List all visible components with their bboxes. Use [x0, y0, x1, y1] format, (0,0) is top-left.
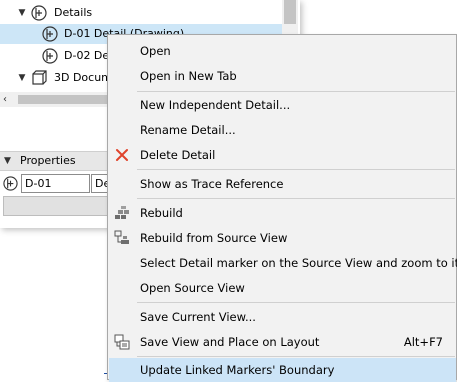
chevron-down-icon[interactable]: ▼: [4, 152, 11, 170]
menu-item-open-source-view[interactable]: Open Source View: [109, 276, 456, 300]
menu-item-label: Save View and Place on Layout: [140, 335, 320, 349]
menu-item-save-current-view[interactable]: Save Current View...: [109, 305, 456, 329]
chevron-down-icon[interactable]: ▼: [16, 3, 28, 23]
menu-item-open-in-new-tab[interactable]: Open in New Tab: [109, 64, 456, 88]
menu-item-label: Delete Detail: [140, 148, 216, 162]
menu-separator: [137, 169, 455, 170]
menu-item-delete-detail[interactable]: Delete Detail: [109, 143, 456, 167]
menu-item-rebuild-from-source-view[interactable]: Rebuild from Source View: [109, 226, 456, 250]
tree-item-details[interactable]: ▼ Details: [0, 3, 282, 23]
rebuild-icon: [114, 205, 130, 221]
menu-item-label: Save Current View...: [140, 310, 256, 324]
menu-item-select-detail-marker[interactable]: Select Detail marker on the Source View …: [109, 251, 457, 275]
menu-separator: [137, 91, 455, 92]
3d-document-icon: [31, 70, 47, 93]
menu-item-label: Rename Detail...: [140, 123, 236, 137]
delete-x-icon: [114, 147, 130, 163]
tree-label: Details: [54, 6, 93, 19]
menu-item-new-independent-detail[interactable]: New Independent Detail...: [109, 93, 456, 117]
detail-id-field[interactable]: D-01: [21, 174, 90, 193]
menu-item-save-view-and-place-on-layout[interactable]: Save View and Place on Layout Alt+F7: [109, 330, 456, 354]
rebuild-from-source-icon: [114, 230, 130, 246]
menu-item-label: Update Linked Markers' Boundary: [140, 363, 335, 377]
properties-title: Properties: [20, 154, 76, 167]
menu-item-label: Rebuild from Source View: [140, 231, 288, 245]
menu-item-label: Open in New Tab: [140, 69, 237, 83]
menu-separator: [137, 198, 455, 199]
detail-icon: [3, 176, 18, 194]
properties-settings-button[interactable]: [3, 196, 115, 216]
menu-item-label: Show as Trace Reference: [140, 177, 284, 191]
menu-item-open[interactable]: Open: [109, 39, 456, 63]
menu-item-label: Rebuild: [140, 206, 183, 220]
menu-item-shortcut: Alt+F7: [403, 335, 443, 349]
menu-item-label: New Independent Detail...: [140, 98, 291, 112]
menu-separator: [137, 356, 455, 357]
scrollbar-thumb[interactable]: [284, 0, 296, 24]
chevron-down-icon[interactable]: ▼: [16, 68, 28, 88]
menu-item-label: Open: [140, 44, 171, 58]
menu-item-rename-detail[interactable]: Rename Detail...: [109, 118, 456, 142]
menu-item-show-as-trace-reference[interactable]: Show as Trace Reference: [109, 172, 456, 196]
menu-separator: [137, 302, 455, 303]
menu-item-label: Select Detail marker on the Source View …: [140, 256, 457, 270]
menu-item-update-linked-markers-boundary[interactable]: Update Linked Markers' Boundary: [109, 358, 456, 382]
save-view-layout-icon: [114, 334, 130, 350]
scroll-left-arrow-icon[interactable]: ‹: [3, 92, 7, 107]
context-menu: Open Open in New Tab New Independent Det…: [107, 34, 457, 382]
menu-item-label: Open Source View: [140, 281, 245, 295]
menu-item-rebuild[interactable]: Rebuild: [109, 201, 456, 225]
